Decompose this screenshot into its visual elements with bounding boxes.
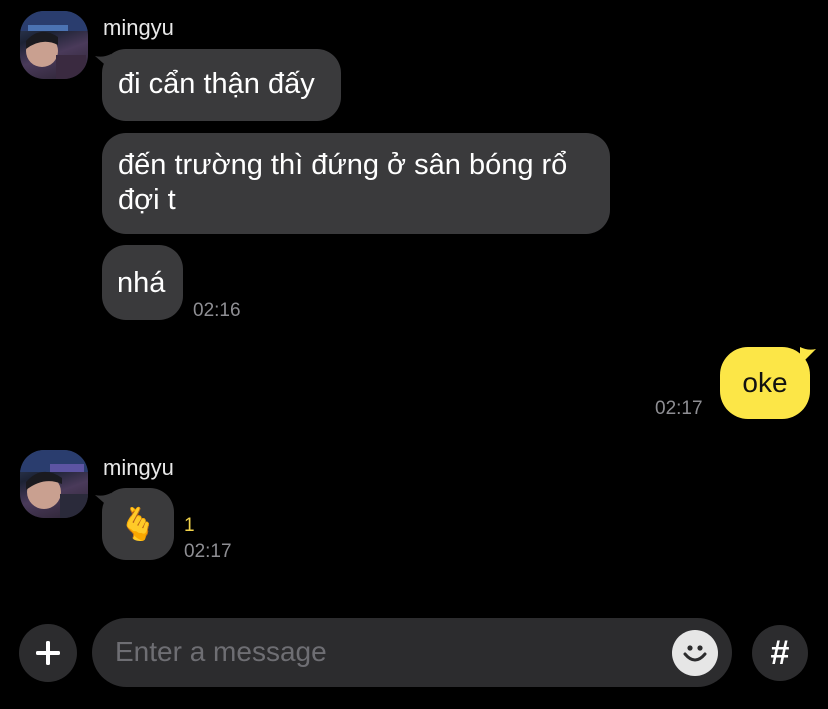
attach-button[interactable] [19,624,77,682]
message-text: đi cẩn thận đấy [118,68,315,100]
plus-icon [36,641,60,665]
emoji-button[interactable] [672,630,718,676]
message-text-line: đợi t [118,184,176,216]
message-input-bar[interactable] [92,618,732,687]
avatar[interactable] [20,450,88,518]
sender-name: mingyu [103,455,174,480]
message-text-line: đến trường thì đứng ở sân bóng rổ [118,149,568,181]
finger-heart-emoji-icon: 🫰 [118,506,158,542]
message-text: nhá [117,267,166,299]
message-timestamp: 02:17 [184,541,232,562]
hash-icon: # [770,633,790,672]
avatar[interactable] [20,11,88,79]
message-bubble[interactable]: đi cẩn thận đấy [102,49,341,121]
sender-name: mingyu [103,15,174,40]
bubble-tail-outgoing [800,347,816,365]
message-bubble[interactable]: nhá [102,245,183,320]
smiley-icon [683,645,707,662]
message-input[interactable] [115,618,655,686]
message-bubble-emoji[interactable]: 🫰 [102,488,174,560]
message-bubble-outgoing[interactable]: oke [720,347,810,419]
message-timestamp: 02:16 [193,300,241,321]
unread-count: 1 [184,515,195,536]
message-timestamp: 02:17 [655,398,703,419]
hashtag-search-button[interactable]: # [752,625,808,681]
message-bubble[interactable]: đến trường thì đứng ở sân bóng rổ đợi t [102,133,610,234]
message-text: oke [742,367,788,398]
